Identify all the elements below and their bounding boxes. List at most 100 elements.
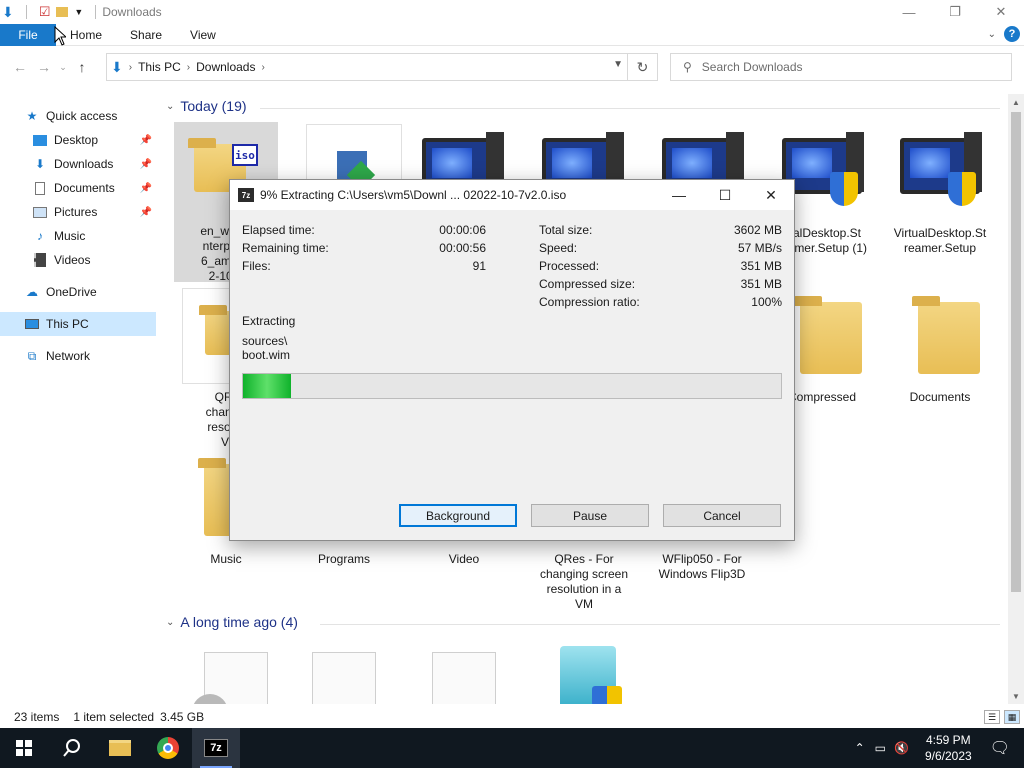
pin-icon[interactable]: 📌 bbox=[140, 135, 152, 146]
expand-ribbon-icon[interactable]: ⌄ bbox=[988, 29, 996, 40]
recent-locations-icon[interactable]: ⌄ bbox=[56, 55, 70, 79]
nav-item-downloads[interactable]: ⬇ Downloads 📌 bbox=[0, 152, 156, 176]
nav-item-documents[interactable]: Documents 📌 bbox=[0, 176, 156, 200]
search-icon[interactable] bbox=[48, 728, 96, 768]
group-header-today[interactable]: ⌄ Today (19) bbox=[166, 98, 247, 114]
help-icon[interactable]: ? bbox=[1004, 26, 1020, 42]
cancel-button[interactable]: Cancel bbox=[663, 504, 781, 527]
file-tile-windows-installer[interactable] bbox=[528, 640, 640, 704]
back-arrow-icon[interactable]: ← bbox=[8, 55, 32, 79]
nav-item-this-pc[interactable]: This PC bbox=[0, 312, 156, 336]
close-icon[interactable]: ✕ bbox=[748, 180, 794, 210]
folder-name: Music bbox=[210, 552, 242, 566]
tab-file[interactable]: File bbox=[0, 23, 56, 46]
file-tile-virtualdesktop-setup[interactable]: VirtualDesktop.St reamer.Setup bbox=[884, 124, 996, 256]
download-arrow-icon: ⬇ bbox=[111, 58, 123, 75]
details-view-icon[interactable]: ☰ bbox=[984, 710, 1000, 724]
processed-label: Processed: bbox=[539, 259, 600, 273]
divider bbox=[25, 5, 27, 19]
file-name-line: VirtualDesktop.St bbox=[893, 226, 987, 240]
vertical-scrollbar[interactable]: ▲ ▼ bbox=[1008, 94, 1024, 704]
files-label: Files: bbox=[242, 259, 271, 273]
new-folder-icon[interactable] bbox=[56, 7, 69, 17]
chevron-right-icon[interactable]: › bbox=[261, 62, 264, 73]
scroll-up-icon[interactable]: ▲ bbox=[1008, 94, 1024, 110]
item-count: 23 items bbox=[14, 710, 60, 724]
selection-size: 3.45 GB bbox=[160, 710, 205, 724]
processed-value: 351 MB bbox=[740, 259, 782, 273]
pin-icon[interactable]: 📌 bbox=[140, 159, 152, 170]
taskbar: 7z ⌃ ▭ 🔇 4:59 PM 9/6/2023 🗨 bbox=[0, 728, 1024, 768]
elapsed-time-label: Elapsed time: bbox=[242, 223, 315, 237]
breadcrumb-downloads[interactable]: Downloads bbox=[190, 60, 261, 74]
7zip-icon[interactable]: 7z bbox=[192, 728, 240, 768]
nav-item-music[interactable]: ♪ Music bbox=[0, 224, 156, 248]
clock[interactable]: 4:59 PM 9/6/2023 bbox=[925, 732, 972, 764]
nav-item-videos[interactable]: Videos bbox=[0, 248, 156, 272]
maximize-icon[interactable]: ☐ bbox=[702, 180, 748, 210]
window-titlebar: ⬇ ☑ ▼ Downloads — ❐ ✕ bbox=[0, 0, 1024, 24]
start-icon[interactable] bbox=[0, 728, 48, 768]
dialog-window-controls: — ☐ ✕ bbox=[656, 180, 794, 210]
background-button[interactable]: Background bbox=[399, 504, 517, 527]
scrollbar-thumb[interactable] bbox=[1011, 112, 1021, 592]
folder-tile-documents[interactable]: Documents bbox=[884, 288, 996, 405]
file-tile-blank-2[interactable] bbox=[408, 644, 520, 704]
nav-item-quick-access[interactable]: ★ Quick access bbox=[0, 104, 156, 128]
file-tile-blank-1[interactable] bbox=[288, 644, 400, 704]
pin-icon[interactable]: 📌 bbox=[140, 207, 152, 218]
up-arrow-icon[interactable]: ↑ bbox=[70, 55, 94, 79]
file-tile-settings-file[interactable] bbox=[180, 644, 292, 704]
blank-file-icon bbox=[416, 644, 512, 704]
minimize-icon[interactable]: — bbox=[656, 180, 702, 210]
large-icons-view-icon[interactable]: ▦ bbox=[1004, 710, 1020, 724]
nav-item-network[interactable]: ⧉ Network bbox=[0, 344, 156, 368]
total-size-label: Total size: bbox=[539, 223, 593, 237]
window-title: Downloads bbox=[102, 5, 162, 19]
compressed-size-value: 351 MB bbox=[740, 277, 782, 291]
chrome-icon[interactable] bbox=[144, 728, 192, 768]
nav-label: Pictures bbox=[54, 205, 98, 219]
chevron-down-icon: ⌄ bbox=[166, 100, 175, 112]
status-bar: 23 items 1 item selected 3.45 GB ☰ ▦ bbox=[0, 706, 1024, 728]
nav-item-pictures[interactable]: Pictures 📌 bbox=[0, 200, 156, 224]
nav-label: This PC bbox=[46, 317, 89, 331]
volume-muted-icon[interactable]: 🔇 bbox=[894, 741, 909, 755]
chevron-up-icon[interactable]: ⌃ bbox=[855, 741, 865, 755]
scroll-down-icon[interactable]: ▼ bbox=[1008, 688, 1024, 704]
pin-icon[interactable]: 📌 bbox=[140, 183, 152, 194]
address-bar[interactable]: ⬇ › This PC › Downloads › ▼ ↻ bbox=[106, 53, 658, 81]
selection-count: 1 item selected bbox=[73, 710, 155, 724]
nav-item-desktop[interactable]: Desktop 📌 bbox=[0, 128, 156, 152]
file-explorer-icon[interactable] bbox=[96, 728, 144, 768]
nav-label: Videos bbox=[54, 253, 91, 267]
search-input[interactable]: ⚲ Search Downloads bbox=[670, 53, 1012, 81]
notifications-icon[interactable]: 🗨 bbox=[990, 738, 1010, 758]
group-header-long-ago[interactable]: ⌄ A long time ago (4) bbox=[166, 614, 298, 630]
close-icon[interactable]: ✕ bbox=[978, 0, 1024, 24]
search-icon: ⚲ bbox=[683, 60, 692, 74]
customize-dropdown-icon[interactable]: ▼ bbox=[74, 7, 83, 17]
tab-view[interactable]: View bbox=[176, 24, 230, 46]
blank-file-icon bbox=[296, 644, 392, 704]
pause-button[interactable]: Pause bbox=[531, 504, 649, 527]
chevron-down-icon[interactable]: ▼ bbox=[613, 59, 623, 70]
film-icon bbox=[32, 252, 48, 268]
refresh-icon[interactable]: ↻ bbox=[627, 54, 657, 80]
dialog-title: 9% Extracting C:\Users\vm5\Downl ... 020… bbox=[260, 188, 567, 202]
window-controls: — ❐ ✕ bbox=[886, 0, 1024, 24]
nav-item-onedrive[interactable]: ☁ OneDrive bbox=[0, 280, 156, 304]
elapsed-time-value: 00:00:06 bbox=[439, 223, 486, 237]
iso-badge: iso bbox=[232, 144, 258, 166]
properties-checkmark-icon[interactable]: ☑ bbox=[39, 4, 51, 20]
speed-value: 57 MB/s bbox=[737, 241, 782, 255]
maximize-icon[interactable]: ❐ bbox=[932, 0, 978, 24]
forward-arrow-icon[interactable]: → bbox=[32, 55, 56, 79]
desktop-icon bbox=[32, 132, 48, 148]
total-size-value: 3602 MB bbox=[733, 223, 782, 237]
network-icon[interactable]: ▭ bbox=[875, 741, 886, 755]
progress-bar bbox=[242, 373, 782, 399]
tab-share[interactable]: Share bbox=[116, 24, 176, 46]
minimize-icon[interactable]: — bbox=[886, 0, 932, 24]
breadcrumb-this-pc[interactable]: This PC bbox=[132, 60, 187, 74]
